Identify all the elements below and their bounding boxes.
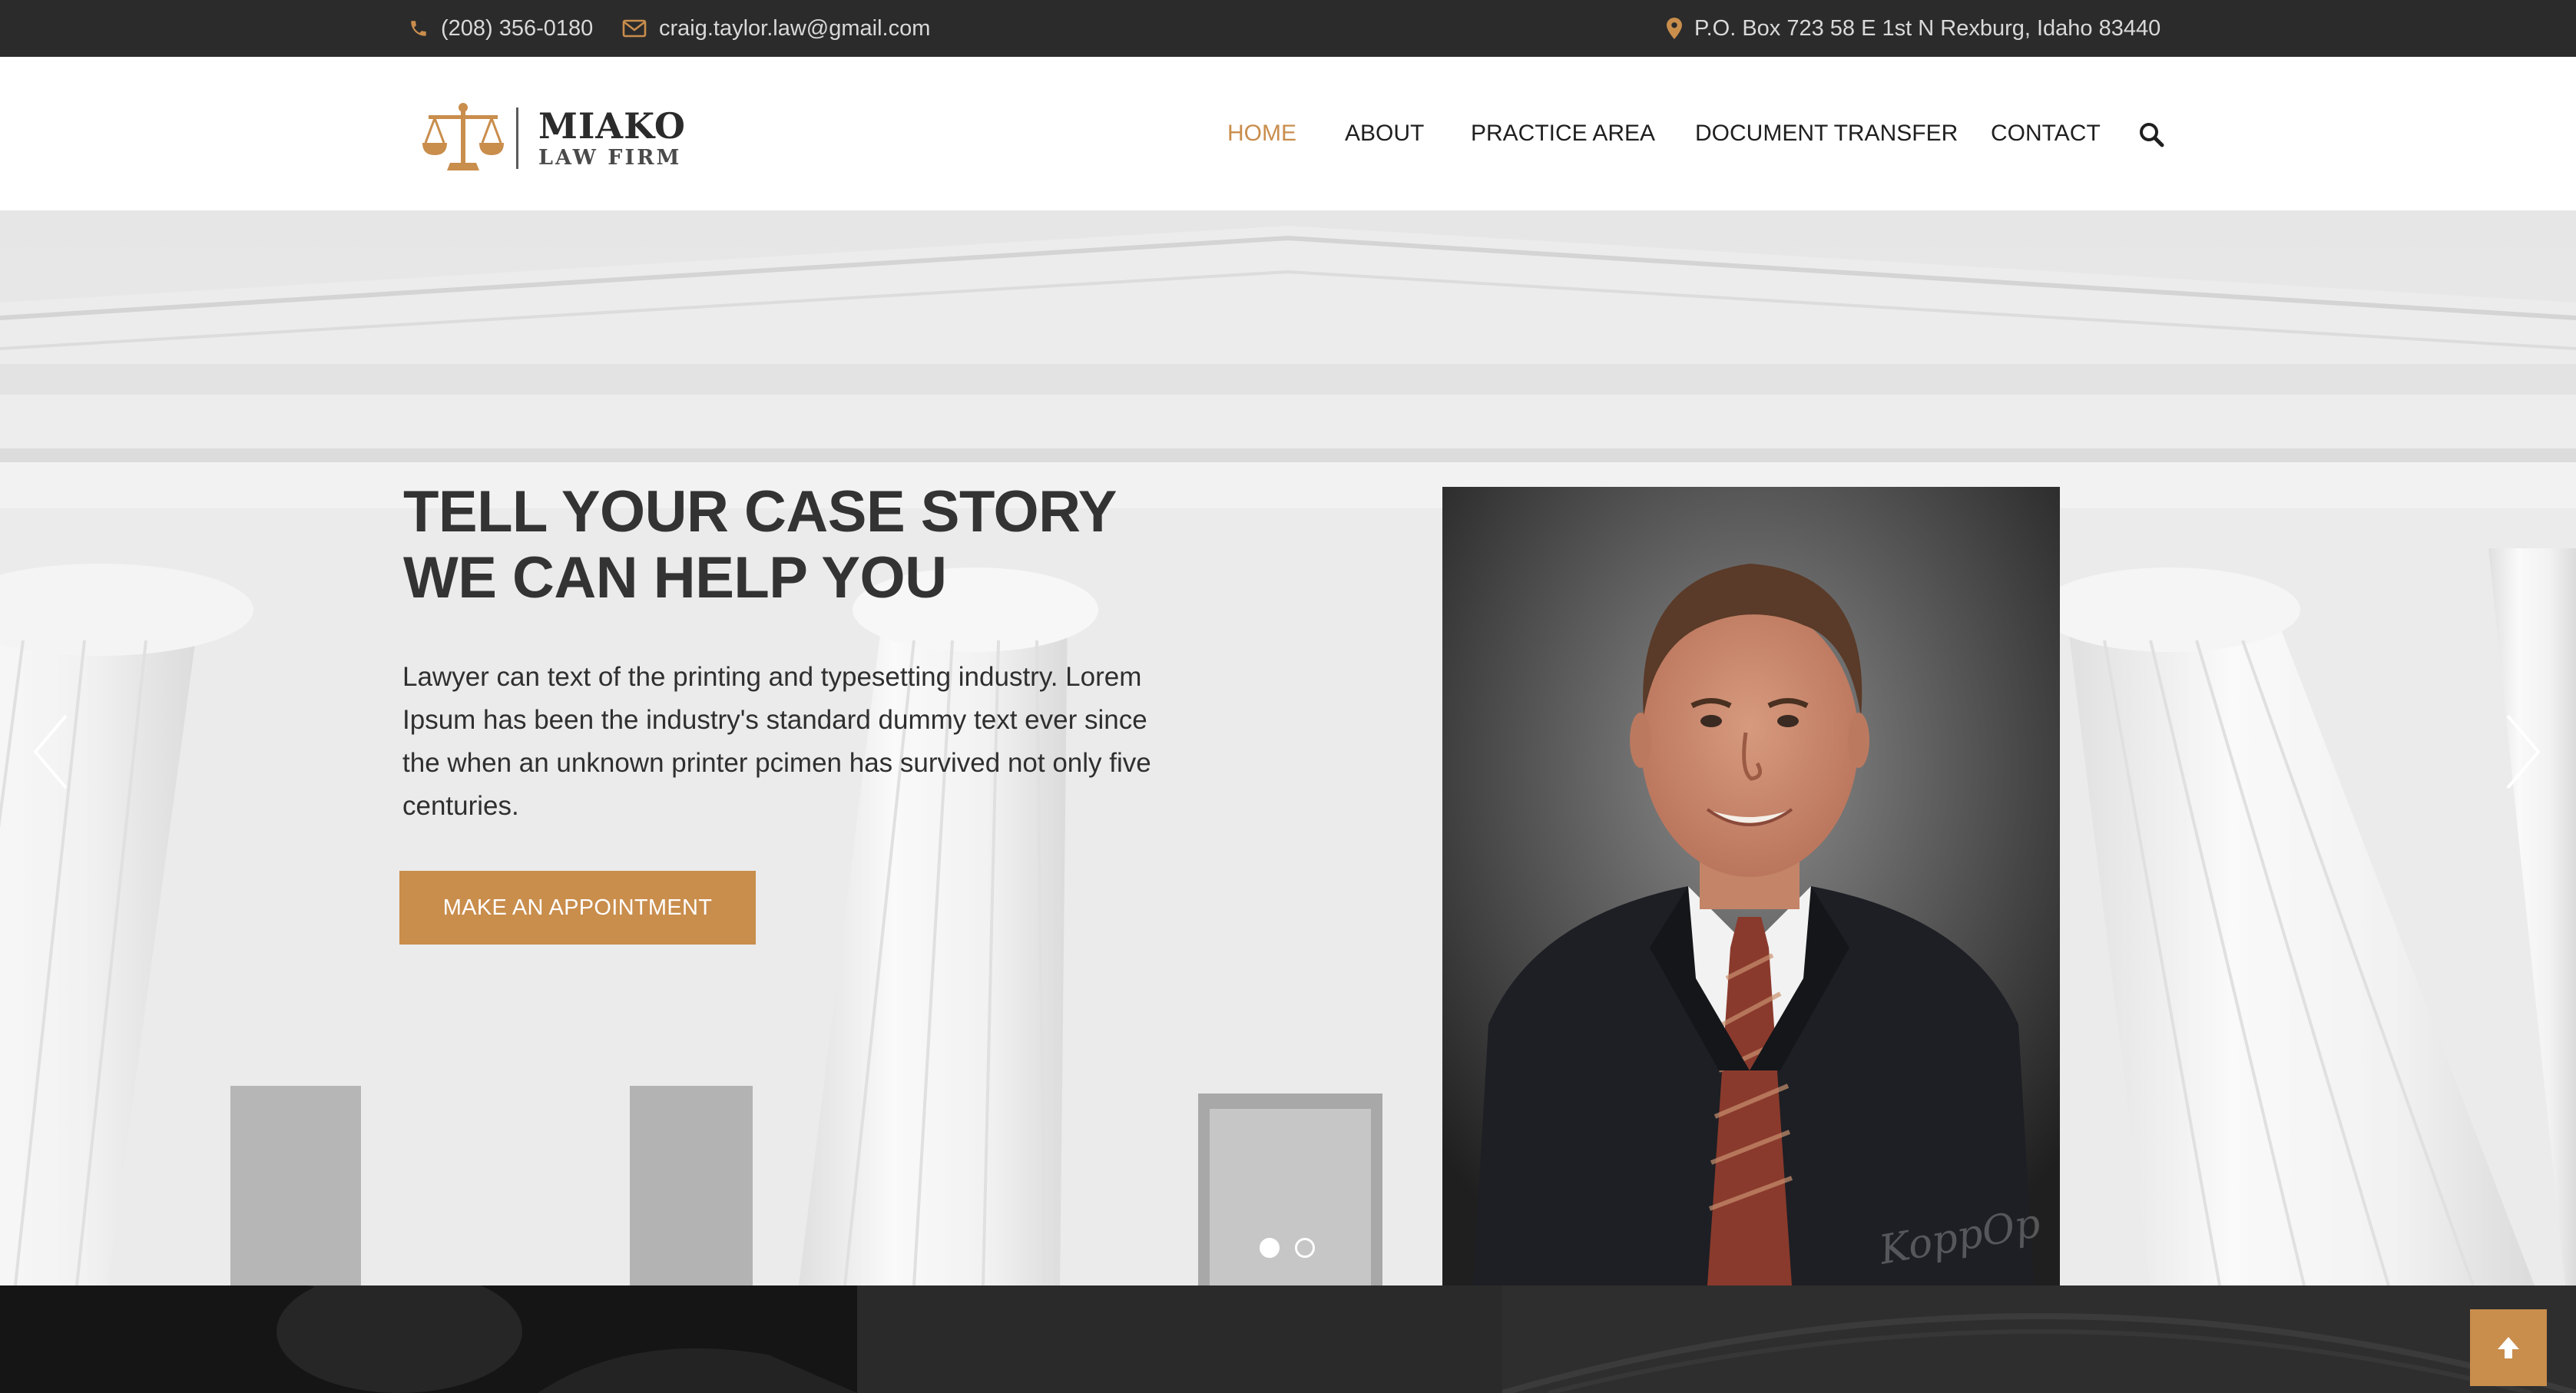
feature-panel-2 — [857, 1285, 1502, 1393]
hero-slider: TELL YOUR CASE STORY WE CAN HELP YOU Law… — [0, 210, 2576, 1285]
attorney-portrait: KoppOp — [1442, 487, 2060, 1285]
arrow-up-icon — [2498, 1337, 2519, 1358]
site-header: MIAKO LAW FIRM HOME ABOUT PRACTICE AREA … — [0, 57, 2576, 210]
chevron-right-icon[interactable] — [2500, 710, 2546, 794]
nav-document-transfer[interactable]: DOCUMENT TRANSFER — [1695, 121, 1958, 147]
slide-dot-1[interactable] — [1260, 1238, 1280, 1258]
phone-icon — [409, 18, 429, 38]
slider-dots — [1260, 1238, 1315, 1258]
main-nav: HOME ABOUT PRACTICE AREA DOCUMENT TRANSF… — [0, 57, 2576, 210]
nav-contact[interactable]: CONTACT — [1991, 121, 2101, 147]
phone-text: (208) 356-0180 — [441, 15, 594, 41]
hero-title-line-1: TELL YOUR CASE STORY — [403, 479, 1117, 544]
hero-title-line-2: WE CAN HELP YOU — [403, 545, 947, 610]
address-text: P.O. Box 723 58 E 1st N Rexburg, Idaho 8… — [1694, 15, 2161, 41]
feature-panel-1 — [0, 1285, 857, 1393]
topbar-phone[interactable]: (208) 356-0180 — [409, 0, 593, 57]
nav-about[interactable]: ABOUT — [1345, 121, 1424, 147]
topbar-address: P.O. Box 723 58 E 1st N Rexburg, Idaho 8… — [1667, 0, 2160, 57]
chevron-left-icon[interactable] — [28, 710, 74, 794]
slide-dot-2[interactable] — [1295, 1238, 1315, 1258]
feature-panel-3 — [1502, 1285, 2576, 1393]
map-marker-icon — [1667, 18, 1682, 39]
nav-practice-area[interactable]: PRACTICE AREA — [1471, 121, 1655, 147]
top-contact-bar: (208) 356-0180 craig.taylor.law@gmail.co… — [0, 0, 2576, 57]
nav-home[interactable]: HOME — [1227, 121, 1296, 147]
courthouse-background — [0, 210, 2576, 1285]
envelope-icon — [622, 19, 647, 38]
email-text: craig.taylor.law@gmail.com — [659, 15, 931, 41]
back-to-top-button[interactable] — [2470, 1309, 2547, 1386]
make-appointment-button[interactable]: MAKE AN APPOINTMENT — [399, 871, 756, 945]
hero-title: TELL YOUR CASE STORY WE CAN HELP YOU — [403, 479, 1117, 611]
search-icon[interactable] — [2138, 121, 2164, 147]
hero-description: Lawyer can text of the printing and type… — [402, 662, 1151, 821]
topbar-email[interactable]: craig.taylor.law@gmail.com — [622, 0, 930, 57]
feature-strip — [0, 1285, 2576, 1393]
